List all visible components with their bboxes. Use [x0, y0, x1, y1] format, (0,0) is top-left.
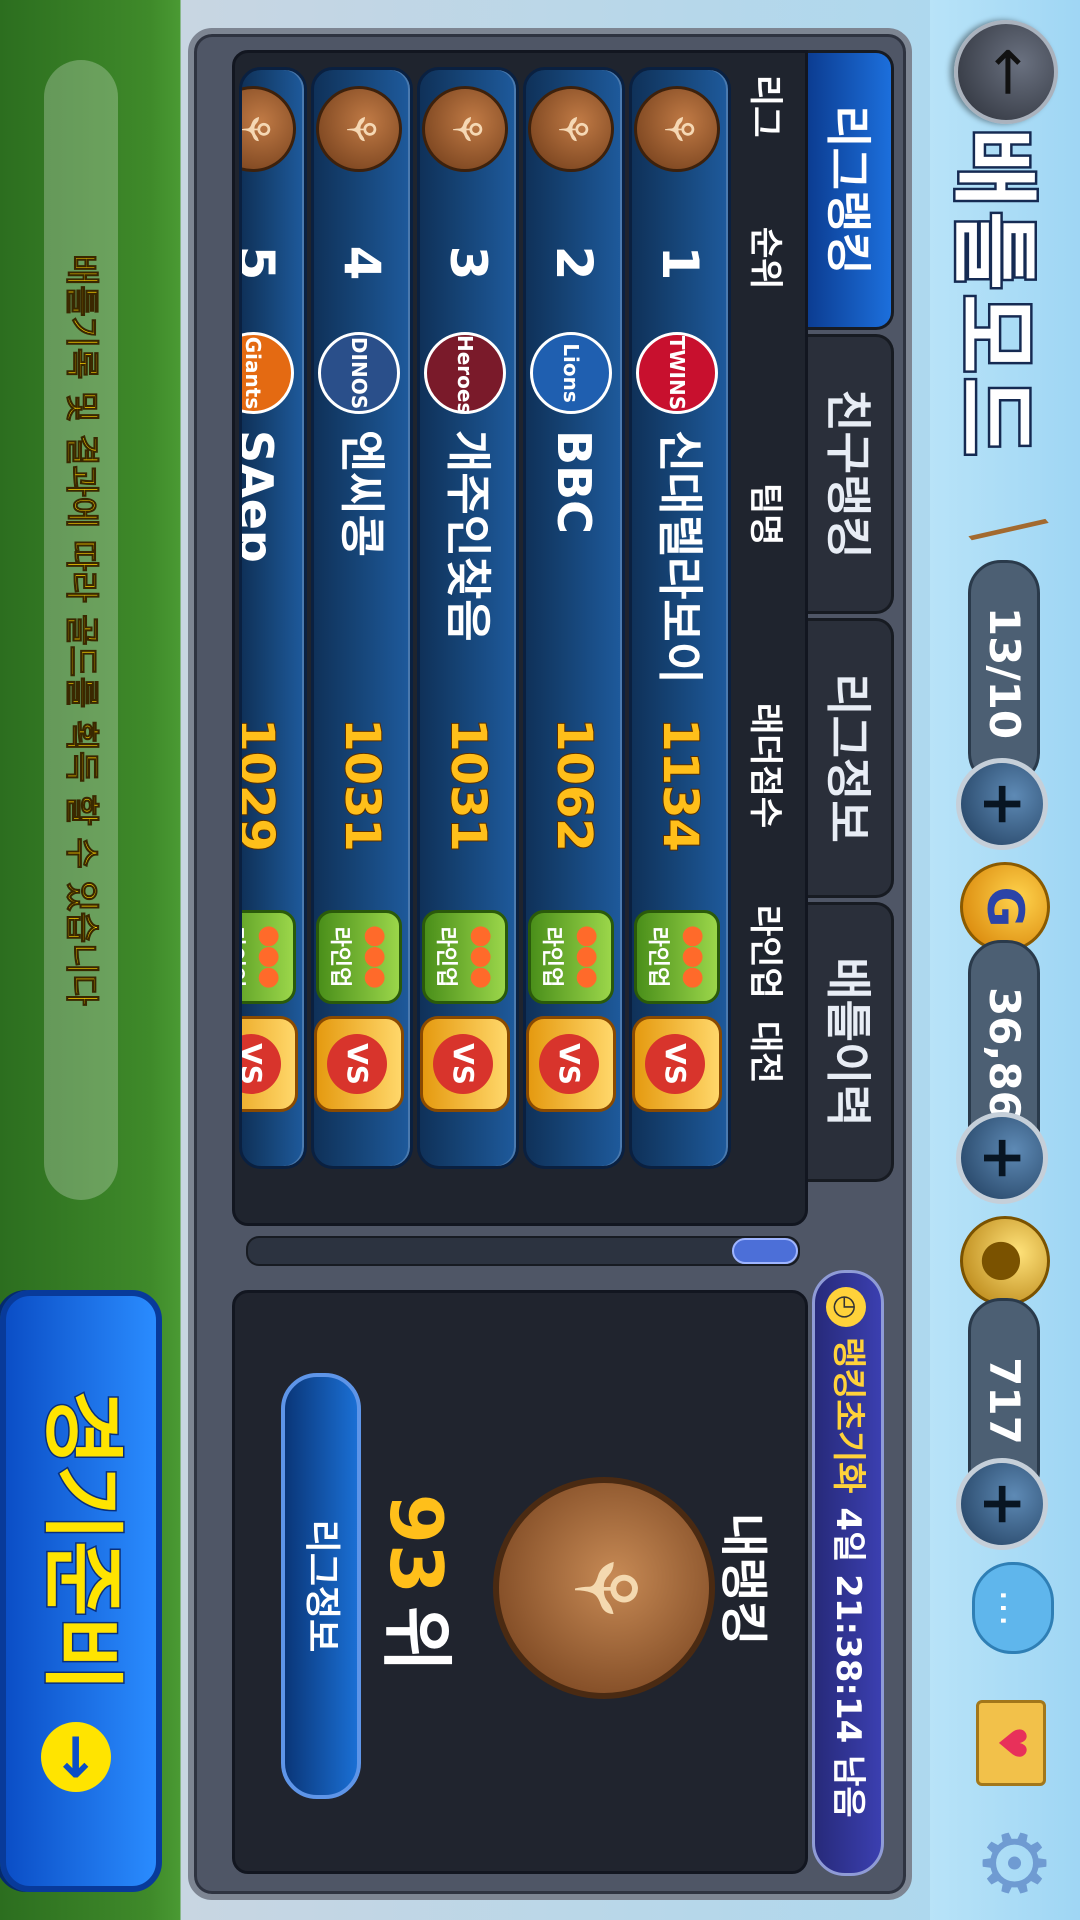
ladder-score: 1134 — [651, 717, 709, 853]
rank-number: 1 — [651, 245, 709, 281]
team-logo-icon: Heroes — [424, 332, 506, 414]
team-name: 개주인찾음 — [441, 430, 495, 642]
ranking-list: 리그 순위 팀명 래더점수 라인업 대전 ⚘ 1 TWINS 신대렐라보이 11… — [232, 50, 808, 1226]
ladder-score: 1062 — [545, 717, 603, 853]
league-emblem-icon: ⚘ — [316, 86, 402, 172]
my-rank-value: 93 위 — [370, 1443, 475, 1723]
add-gold-button[interactable]: + — [956, 1112, 1048, 1204]
header-league: 리그 — [745, 75, 785, 138]
header-score: 래더점수 — [745, 703, 785, 829]
rank-number: 3 — [439, 245, 497, 281]
timer-label: 랭킹초기화 — [828, 1337, 868, 1494]
match-ready-button[interactable]: 경기준비 → — [0, 1290, 162, 1892]
gold-coin-icon: G — [960, 862, 1050, 952]
header-lineup: 라인업 — [745, 905, 785, 999]
tab-league-ranking[interactable]: 리그랭킹 — [805, 50, 894, 330]
league-emblem-icon: ⚘ — [422, 86, 508, 172]
ladder-score: 1031 — [333, 717, 391, 853]
vs-button[interactable]: VS — [420, 1016, 510, 1112]
league-emblem-icon: ⚘ — [634, 86, 720, 172]
back-button[interactable]: ← — [954, 20, 1058, 124]
ladder-score: 1029 — [239, 717, 285, 853]
lineup-button[interactable]: ●●● 라인업 — [316, 910, 402, 1004]
scrollbar[interactable] — [246, 1236, 800, 1266]
rank-number: 2 — [545, 245, 603, 281]
vs-button[interactable]: VS — [632, 1016, 722, 1112]
ranking-row: ⚘ 1 TWINS 신대렐라보이 1134 ●●● 라인업 VS — [629, 67, 731, 1169]
rank-number: 4 — [333, 245, 391, 281]
gear-icon[interactable]: ⚙ — [963, 1820, 1063, 1906]
lineup-button[interactable]: ●●● 라인업 — [528, 910, 614, 1004]
timer-value: 4일 21:38:14 남음 — [828, 1507, 868, 1818]
lineup-button[interactable]: ●●● 라인업 — [422, 910, 508, 1004]
team-name: 신대렐라보이 — [653, 430, 707, 684]
header-rank: 순위 — [745, 227, 785, 290]
page-title: 배틀모드 — [941, 126, 1046, 463]
my-rank-unit: 위 — [374, 1605, 458, 1673]
league-emblem-icon: ⚘ — [528, 86, 614, 172]
notice-text: 배틀기록 및 결과에 따라 골드를 획득 할 수 있습니다 — [44, 60, 118, 1200]
team-logo-icon: Giants — [239, 332, 294, 414]
league-info-button[interactable]: 리그정보 — [281, 1373, 361, 1799]
arrow-right-icon: → — [41, 1721, 112, 1792]
my-rank-number: 93 — [374, 1493, 458, 1594]
clock-icon: ◴ — [826, 1287, 867, 1327]
chat-icon[interactable]: … — [972, 1562, 1054, 1654]
rank-number: 5 — [239, 228, 304, 298]
tab-battle-history[interactable]: 배틀이력 — [805, 902, 894, 1182]
vs-button[interactable]: VS — [526, 1016, 616, 1112]
vs-button[interactable]: VS — [314, 1016, 404, 1112]
team-name: BBC — [547, 430, 601, 534]
add-balls-button[interactable]: + — [956, 1458, 1048, 1550]
lineup-button[interactable]: ●●● 라인업 — [239, 910, 296, 1004]
add-bats-button[interactable]: + — [956, 758, 1048, 850]
lineup-button[interactable]: ●●● 라인업 — [634, 910, 720, 1004]
team-logo-icon: Lions — [530, 332, 612, 414]
ranking-reset-timer: ◴ 랭킹초기화 4일 21:38:14 남음 — [812, 1270, 884, 1876]
match-ready-label: 경기준비 — [33, 1389, 131, 1694]
mail-icon[interactable]: ♥ — [976, 1700, 1046, 1786]
ranking-row: ⚘ 4 DINOS 엔씨콩 1031 ●●● 라인업 VS — [311, 67, 413, 1169]
tab-league-info[interactable]: 리그정보 — [805, 618, 894, 898]
ball-icon: ● — [960, 1216, 1050, 1306]
ranking-row: ⚘ 3 Heroes 개주인찾음 1031 ●●● 라인업 VS — [417, 67, 519, 1169]
team-logo-icon: TWINS — [636, 332, 718, 414]
header-battle: 대전 — [745, 1021, 785, 1084]
scrollbar-thumb[interactable] — [732, 1238, 798, 1264]
ranking-row: ⚘ 2 Lions BBC 1062 ●●● 라인업 VS — [523, 67, 625, 1169]
team-logo-icon: DINOS — [318, 332, 400, 414]
team-name: SAep — [239, 430, 283, 563]
my-ranking-title: 내랭킹 — [715, 1513, 771, 1646]
tab-bar: 리그랭킹 친구랭킹 리그정보 배틀이력 — [805, 50, 894, 1220]
league-emblem-icon: ⚘ — [493, 1477, 715, 1699]
ladder-score: 1031 — [439, 717, 497, 853]
league-emblem-icon: ⚘ — [239, 86, 296, 172]
tab-friend-ranking[interactable]: 친구랭킹 — [805, 334, 894, 614]
bat-count: 13/10 — [968, 560, 1040, 786]
vs-button[interactable]: VS — [239, 1016, 298, 1112]
top-bar: ← 배틀모드 ╱ 13/10 + G 36,865 + ● 717 + … ♥ … — [930, 0, 1080, 1920]
team-name: 엔씨콩 — [335, 430, 389, 557]
ranking-row: ⚘ 5 Giants SAep 1029 ●●●라인업 VS — [239, 67, 307, 1169]
my-ranking-panel: 내랭킹 ⚘ 93 위 리그정보 — [232, 1290, 808, 1874]
header-team: 팀명 — [745, 483, 785, 546]
